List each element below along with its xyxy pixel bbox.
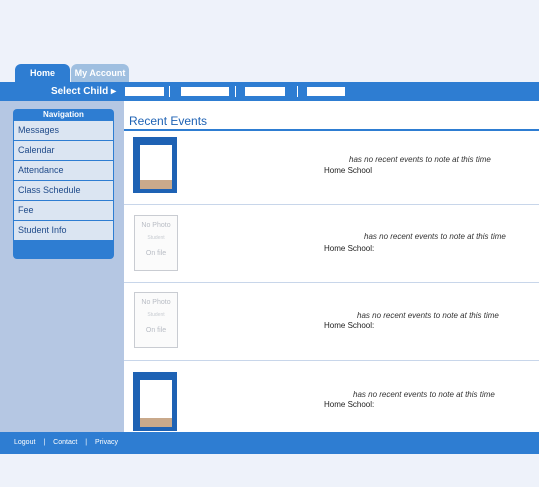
contact-link[interactable]: Contact bbox=[53, 439, 77, 446]
no-photo-text: No Photo bbox=[141, 222, 171, 229]
no-photo-placeholder: No Photo Student On file bbox=[134, 215, 178, 271]
event-row: has no recent events to note at this tim… bbox=[124, 131, 539, 205]
footer-separator: | bbox=[85, 439, 88, 446]
tab-my-account[interactable]: My Account bbox=[71, 64, 129, 82]
event-row: No Photo Student On file has no recent e… bbox=[124, 205, 539, 283]
event-row: has no recent events to note at this tim… bbox=[124, 361, 539, 431]
tab-home[interactable]: Home bbox=[15, 64, 70, 82]
student-photo bbox=[133, 137, 177, 193]
child-separator bbox=[235, 86, 236, 97]
nav-item-class-schedule[interactable]: Class Schedule bbox=[14, 181, 113, 200]
event-message: has no recent events to note at this tim… bbox=[357, 311, 499, 320]
event-school: Home School: bbox=[324, 244, 375, 253]
select-child-bar: Select Child ▸ bbox=[0, 82, 539, 101]
navigation-panel: Navigation Messages Calendar Attendance … bbox=[13, 109, 114, 259]
no-photo-placeholder: No Photo Student On file bbox=[134, 292, 178, 348]
no-photo-text: Student bbox=[147, 235, 165, 241]
footer-bar: Logout | Contact | Privacy bbox=[0, 432, 539, 454]
child-name-redacted[interactable] bbox=[181, 87, 229, 96]
event-message: has no recent events to note at this tim… bbox=[353, 390, 495, 399]
event-school: Home School: bbox=[324, 400, 375, 409]
bottom-band bbox=[0, 454, 539, 487]
child-name-redacted[interactable] bbox=[245, 87, 285, 96]
navigation-header: Navigation bbox=[43, 110, 84, 119]
no-photo-text: Student bbox=[147, 312, 165, 318]
select-child-label[interactable]: Select Child ▸ bbox=[40, 82, 116, 101]
nav-item-calendar[interactable]: Calendar bbox=[14, 141, 113, 160]
nav-item-student-info[interactable]: Student Info bbox=[14, 221, 113, 240]
header-banner bbox=[0, 0, 539, 70]
privacy-link[interactable]: Privacy bbox=[95, 439, 118, 446]
event-row: No Photo Student On file has no recent e… bbox=[124, 283, 539, 361]
child-name-redacted[interactable] bbox=[125, 87, 164, 96]
nav-item-attendance[interactable]: Attendance bbox=[14, 161, 113, 180]
nav-item-messages[interactable]: Messages bbox=[14, 121, 113, 140]
logout-link[interactable]: Logout bbox=[14, 439, 35, 446]
child-name-redacted[interactable] bbox=[307, 87, 345, 96]
footer-separator: | bbox=[43, 439, 46, 446]
nav-item-fee[interactable]: Fee bbox=[14, 201, 113, 220]
event-message: has no recent events to note at this tim… bbox=[349, 155, 491, 164]
no-photo-text: On file bbox=[145, 327, 167, 334]
photo-detail bbox=[140, 180, 172, 189]
no-photo-text: No Photo bbox=[141, 299, 171, 306]
photo-detail bbox=[140, 418, 172, 427]
footer-links: Logout | Contact | Privacy bbox=[14, 432, 124, 454]
child-separator bbox=[297, 86, 298, 97]
page-title: Recent Events bbox=[129, 114, 208, 128]
event-school: Home School bbox=[324, 166, 373, 175]
student-photo bbox=[133, 372, 177, 431]
no-photo-text: On file bbox=[145, 250, 167, 257]
event-school: Home School: bbox=[324, 321, 375, 330]
child-separator bbox=[169, 86, 170, 97]
event-message: has no recent events to note at this tim… bbox=[364, 232, 506, 241]
